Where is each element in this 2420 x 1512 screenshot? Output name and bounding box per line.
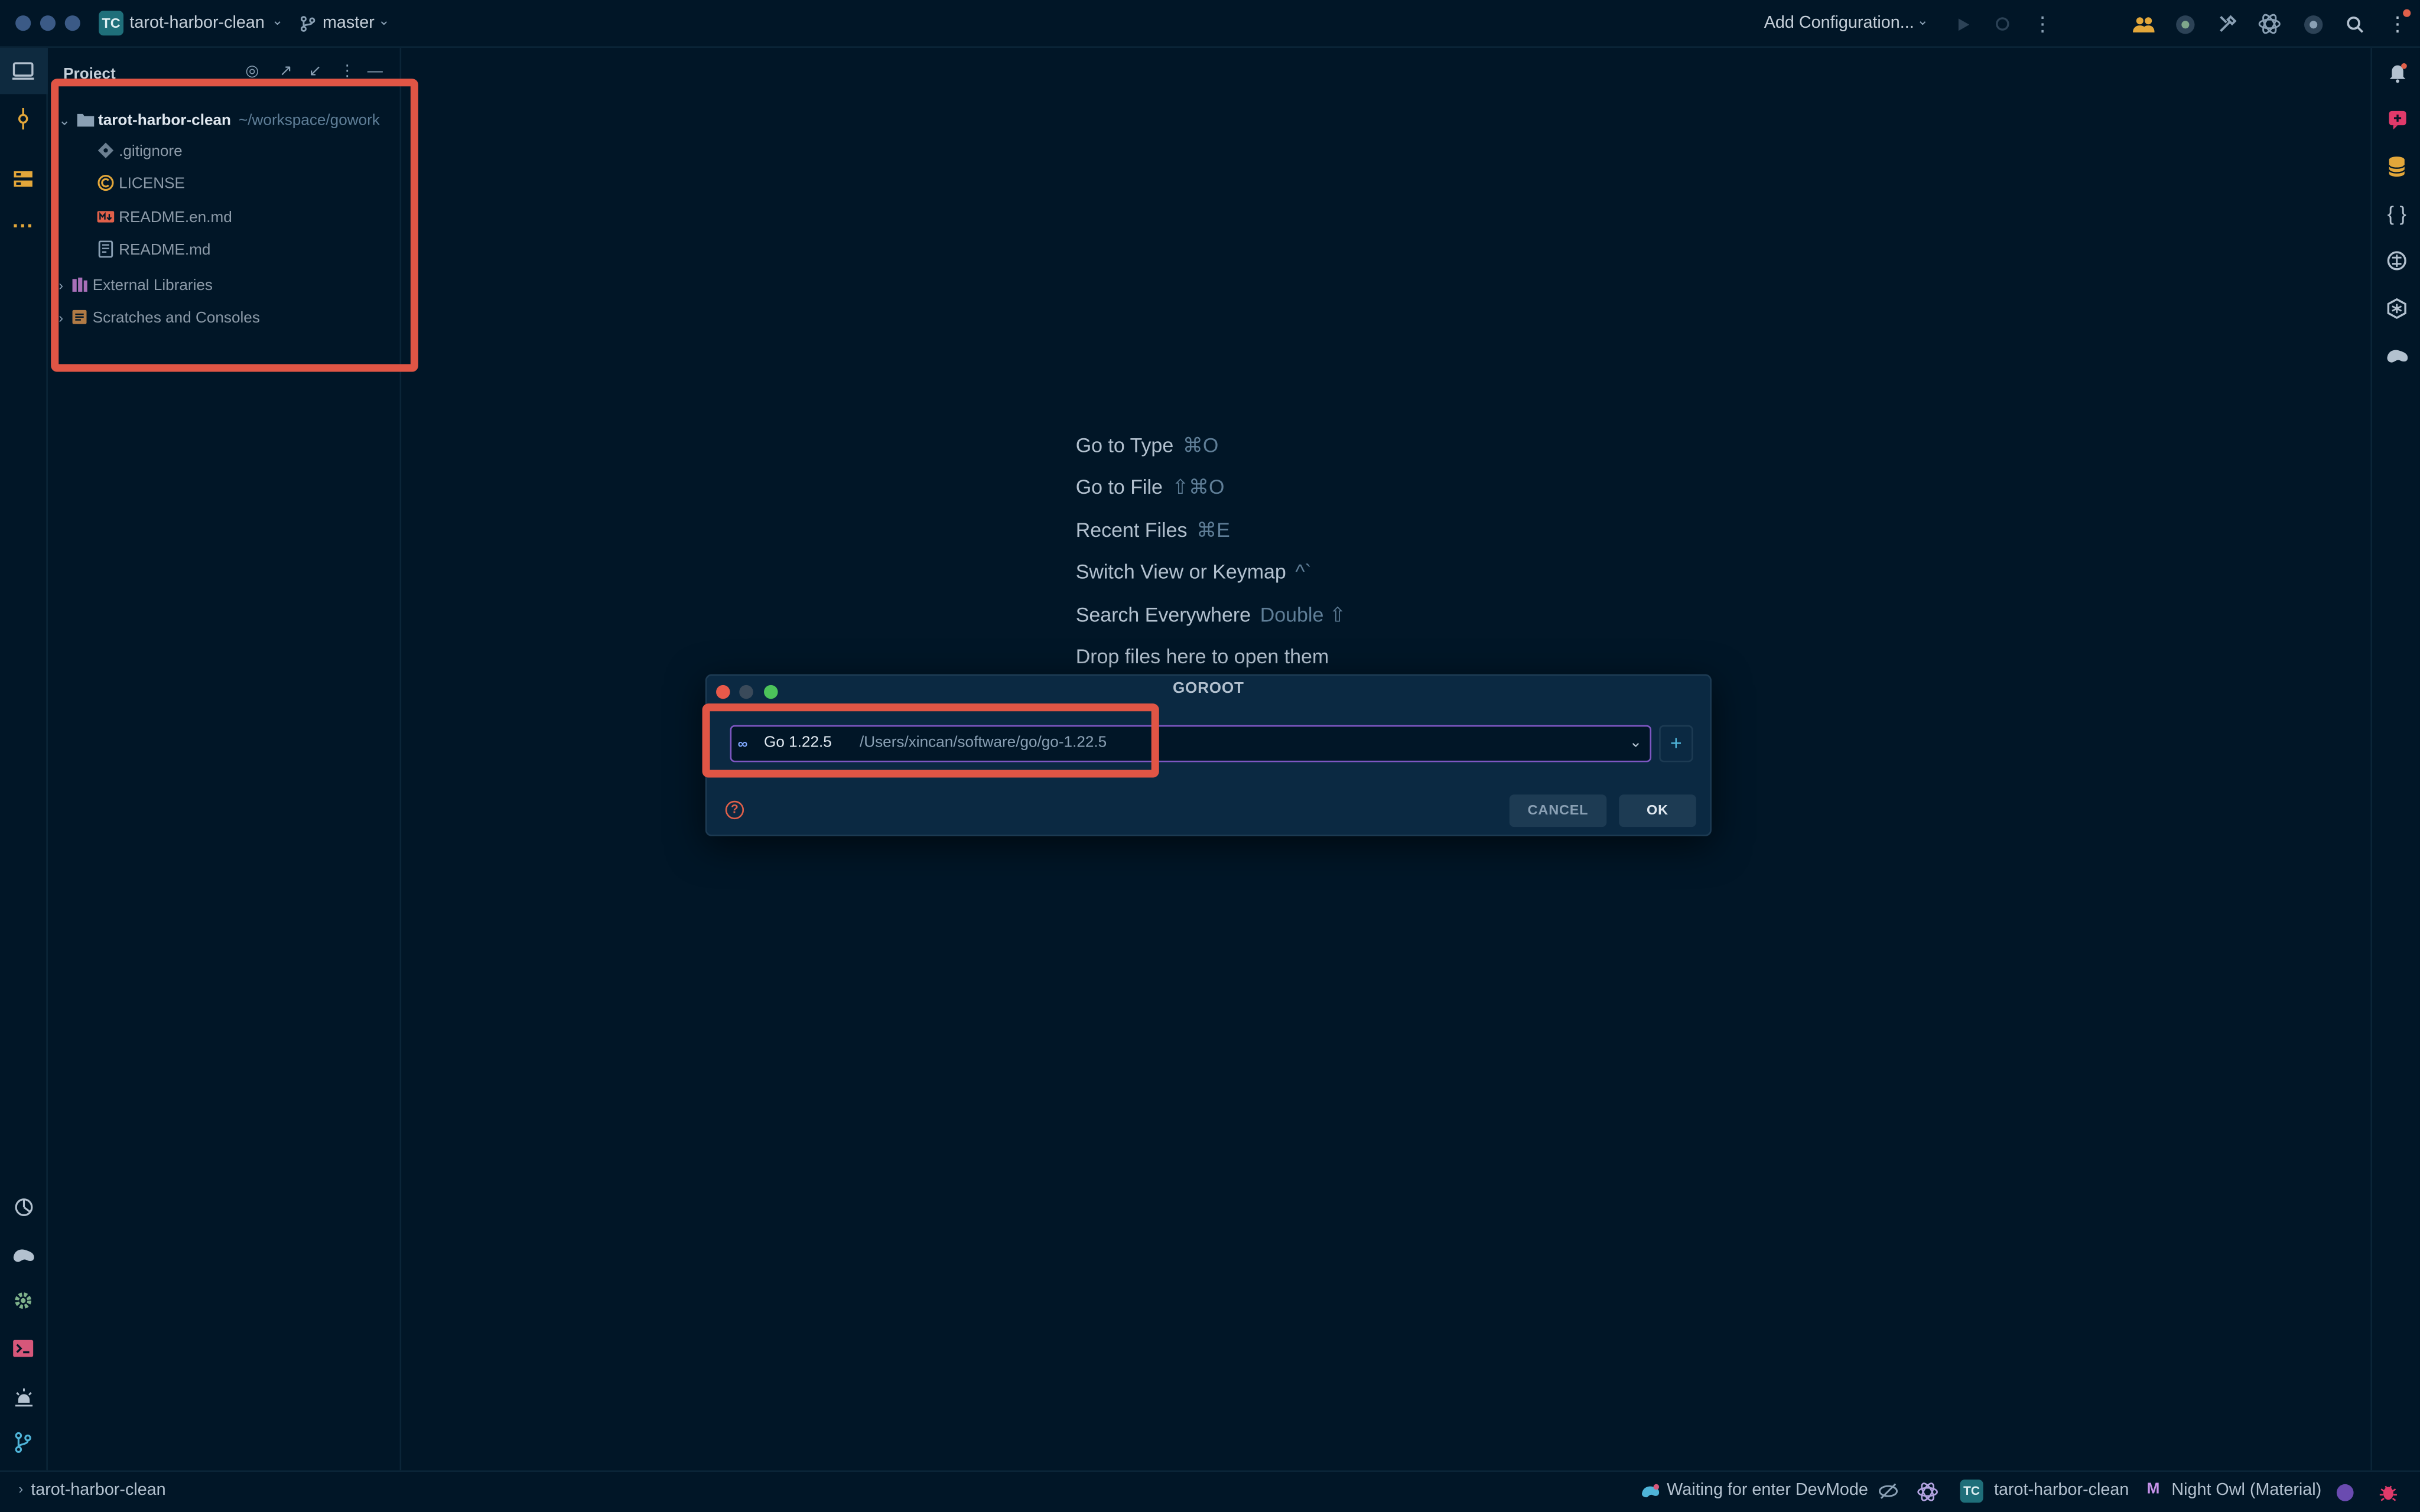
welcome-label: Search Everywhere bbox=[1075, 603, 1251, 627]
debug-icon[interactable] bbox=[1991, 12, 2014, 35]
tools-icon[interactable] bbox=[2216, 12, 2239, 35]
theme-color-dot[interactable] bbox=[2336, 1484, 2354, 1501]
devmode-icon bbox=[1641, 1482, 1661, 1504]
project-tool-icon[interactable] bbox=[9, 57, 37, 85]
welcome-shortcut: ⇧⌘O bbox=[1172, 475, 1225, 498]
structure-icon[interactable] bbox=[9, 165, 37, 193]
services-icon[interactable] bbox=[9, 1383, 37, 1410]
branch-icon bbox=[297, 12, 320, 35]
chevron-down-icon: ⌄ bbox=[1917, 12, 1929, 28]
welcome-shortcut: ⌘O bbox=[1182, 434, 1219, 457]
collapse-all-icon[interactable]: ↙ bbox=[308, 63, 321, 80]
ai-assistant-status-icon[interactable] bbox=[1917, 1481, 1938, 1507]
more-tools-icon[interactable]: ··· bbox=[9, 211, 37, 239]
service-status-icon[interactable] bbox=[2301, 12, 2324, 35]
welcome-label: Drop files here to open them bbox=[1075, 644, 1329, 669]
bug-report-icon[interactable] bbox=[2378, 1481, 2398, 1507]
breadcrumb-separator: › bbox=[18, 1481, 24, 1497]
plugin-status-icon[interactable] bbox=[2173, 12, 2196, 35]
more-actions-icon[interactable]: ⋮ bbox=[2031, 12, 2054, 35]
welcome-label: Recent Files bbox=[1075, 518, 1188, 542]
window-minimize-button[interactable] bbox=[40, 15, 56, 31]
run-configuration-selector[interactable]: Add Configuration... bbox=[1764, 14, 1914, 32]
code-with-me-icon[interactable] bbox=[2131, 12, 2154, 35]
welcome-shortcut: Double ⇧ bbox=[1260, 603, 1346, 627]
status-bar: › tarot-harbor-clean Waiting for enter D… bbox=[0, 1470, 2420, 1512]
ok-button[interactable]: OK bbox=[1619, 794, 1696, 827]
status-project-badge: TC bbox=[1960, 1480, 1983, 1503]
cancel-button[interactable]: CANCEL bbox=[1509, 794, 1607, 827]
gopher-icon[interactable] bbox=[2383, 341, 2411, 369]
welcome-item-go-to-type: Go to Type ⌘O bbox=[1076, 434, 1219, 458]
welcome-item-recent-files: Recent Files ⌘E bbox=[1076, 519, 1230, 543]
kubernetes-icon[interactable] bbox=[2383, 295, 2411, 322]
welcome-item-search-everywhere: Search Everywhere Double ⇧ bbox=[1076, 603, 1346, 628]
welcome-label: Go to File bbox=[1075, 475, 1163, 498]
theme-name[interactable]: Night Owl (Material) bbox=[2171, 1481, 2321, 1500]
ai-assistant-icon[interactable] bbox=[2258, 12, 2281, 35]
theme-icon: M bbox=[2146, 1481, 2160, 1498]
search-icon[interactable] bbox=[2343, 12, 2366, 35]
options-icon[interactable]: ⋮ bbox=[340, 63, 355, 80]
expand-all-icon[interactable]: ↗ bbox=[279, 63, 292, 80]
profiler-icon[interactable] bbox=[9, 1192, 37, 1220]
commit-icon[interactable] bbox=[9, 105, 37, 133]
welcome-label: Go to Type bbox=[1075, 434, 1174, 457]
locate-icon[interactable]: ◎ bbox=[245, 63, 259, 80]
json-icon[interactable]: { } bbox=[2383, 199, 2411, 227]
status-project-name[interactable]: tarot-harbor-clean bbox=[1994, 1481, 2129, 1500]
help-icon[interactable]: ? bbox=[725, 800, 744, 820]
welcome-item-switch-view: Switch View or Keymap ^` bbox=[1076, 560, 1312, 583]
terminal-icon[interactable] bbox=[9, 1335, 37, 1363]
chevron-down-icon[interactable]: ⌄ bbox=[1629, 726, 1642, 760]
window-zoom-button[interactable] bbox=[64, 15, 80, 31]
inspection-off-icon[interactable] bbox=[1878, 1481, 1898, 1506]
title-bar: TC tarot-harbor-clean ⌄ master ⌄ Add Con… bbox=[0, 0, 2420, 48]
add-sdk-button[interactable]: + bbox=[1659, 725, 1693, 762]
status-project-breadcrumb[interactable]: tarot-harbor-clean bbox=[31, 1481, 165, 1500]
run-icon[interactable] bbox=[1951, 12, 1974, 35]
settings-icon[interactable] bbox=[9, 1287, 37, 1315]
chevron-down-icon: ⌄ bbox=[271, 12, 284, 28]
welcome-label: Switch View or Keymap bbox=[1075, 560, 1286, 584]
hide-panel-icon[interactable]: — bbox=[367, 63, 383, 80]
left-tool-window-bar: ··· bbox=[0, 47, 48, 1471]
welcome-shortcut: ^` bbox=[1295, 560, 1312, 584]
git-icon[interactable] bbox=[9, 1429, 37, 1456]
database-icon[interactable] bbox=[2383, 153, 2411, 181]
api-icon[interactable] bbox=[2383, 247, 2411, 275]
notification-dot bbox=[2403, 9, 2411, 17]
notifications-icon[interactable] bbox=[2383, 58, 2411, 86]
right-tool-window-bar: { } bbox=[2370, 47, 2420, 1471]
ai-chat-icon[interactable] bbox=[2383, 105, 2411, 133]
chevron-down-icon: ⌄ bbox=[378, 12, 390, 28]
branch-selector[interactable]: master bbox=[323, 14, 375, 32]
sdk-selection-highlight bbox=[702, 703, 1159, 778]
gopher-icon[interactable] bbox=[9, 1240, 37, 1268]
window-close-button[interactable] bbox=[15, 15, 31, 31]
project-selector[interactable]: tarot-harbor-clean bbox=[129, 14, 264, 32]
project-badge[interactable]: TC bbox=[99, 11, 123, 36]
project-tree-highlight bbox=[51, 79, 418, 372]
welcome-item-drop-files: Drop files here to open them bbox=[1076, 645, 1329, 668]
dialog-title: GOROOT bbox=[1172, 680, 1244, 698]
welcome-item-go-to-file: Go to File ⇧⌘O bbox=[1076, 475, 1225, 500]
welcome-shortcut: ⌘E bbox=[1196, 518, 1230, 542]
devmode-status[interactable]: Waiting for enter DevMode bbox=[1667, 1481, 1868, 1500]
